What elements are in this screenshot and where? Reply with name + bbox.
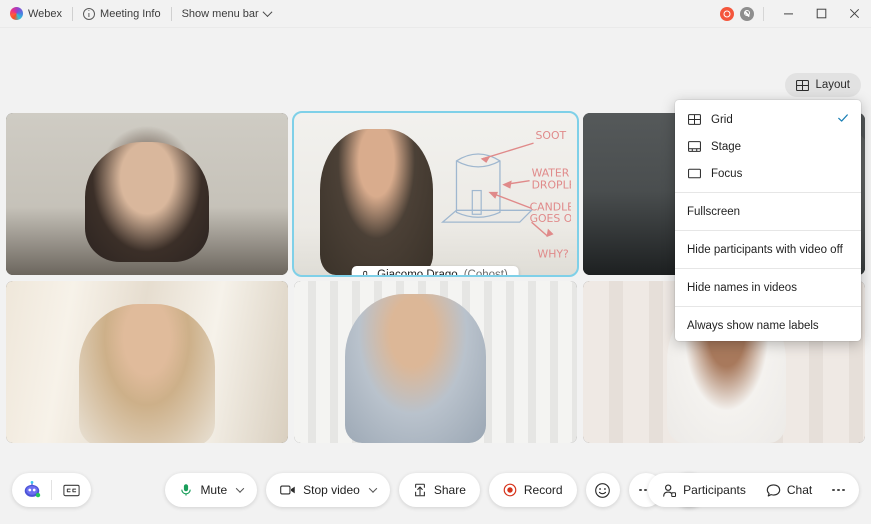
closed-captions-icon	[63, 484, 80, 496]
minimize-icon	[784, 13, 793, 15]
svg-text:SOOT: SOOT	[535, 130, 566, 143]
close-icon	[849, 8, 860, 19]
mute-label: Mute	[200, 483, 228, 497]
more-options-right-button[interactable]	[822, 473, 855, 507]
microphone-icon	[181, 484, 192, 496]
menu-item-hide-names-in-videos[interactable]: Hide names in videos	[675, 274, 861, 301]
menu-item-fullscreen[interactable]: Fullscreen	[675, 198, 861, 225]
meeting-toolbar: Mute Stop video Share Record Participant…	[0, 456, 871, 524]
menu-separator	[675, 230, 861, 231]
share-button[interactable]: Share	[398, 473, 480, 507]
video-tile-active-speaker[interactable]: SOOT WATER DROPLETS CANDLE GOES OUT WHY?	[292, 111, 579, 277]
recording-indicator-icon[interactable]	[720, 6, 734, 21]
whiteboard-drawing-icon: SOOT WATER DROPLETS CANDLE GOES OUT WHY?	[440, 130, 571, 261]
microphone-icon	[362, 270, 369, 275]
meeting-locked-indicator-icon[interactable]	[740, 6, 754, 21]
check-icon	[837, 112, 849, 127]
menu-separator	[675, 306, 861, 307]
closed-captions-button[interactable]	[52, 473, 91, 507]
svg-text:DROPLETS: DROPLETS	[531, 179, 571, 192]
chat-label: Chat	[786, 483, 813, 497]
stop-video-button[interactable]: Stop video	[266, 473, 390, 507]
participants-icon	[663, 484, 677, 497]
participant-video	[294, 281, 577, 443]
titlebar-right-group	[717, 0, 871, 27]
chevron-down-icon[interactable]	[368, 484, 378, 493]
video-stage: Layout SOOT WATER DROPL CANDLE GOES WHY?…	[0, 28, 871, 456]
app-name: Webex	[28, 7, 63, 20]
camera-icon	[280, 485, 295, 495]
chevron-down-icon[interactable]	[235, 484, 245, 493]
video-tile[interactable]	[294, 281, 577, 443]
emoji-smiley-icon	[595, 482, 610, 498]
stop-video-label: Stop video	[303, 483, 360, 497]
menu-item-focus[interactable]: Focus	[675, 160, 861, 187]
menu-item-label: Stage	[711, 140, 742, 153]
meeting-info-button[interactable]: Meeting Info	[73, 0, 171, 28]
video-tile[interactable]	[6, 113, 289, 275]
layout-button[interactable]: Layout	[785, 73, 861, 97]
chat-button[interactable]: Chat	[756, 473, 822, 507]
app-brand: Webex	[0, 0, 72, 28]
grid-icon	[796, 79, 810, 91]
participants-label: Participants	[683, 483, 746, 497]
ai-assistant-button[interactable]	[12, 473, 51, 507]
participant-name-label: Giacomo Drago (Cohost)	[352, 266, 519, 275]
menu-item-label: Hide participants with video off	[687, 243, 843, 256]
svg-text:GOES OUT: GOES OUT	[530, 213, 571, 226]
whiteboard-annotations: SOOT WATER DROPLETS CANDLE GOES OUT WHY?	[413, 119, 571, 268]
menu-item-label: Fullscreen	[687, 205, 741, 218]
share-label: Share	[433, 483, 466, 497]
titlebar-left-group: Webex Meeting Info Show menu bar	[0, 0, 281, 27]
meeting-info-label: Meeting Info	[100, 7, 161, 20]
menu-item-label: Grid	[711, 113, 733, 126]
toolbar-right-group: Participants Chat	[648, 473, 859, 507]
chat-bubble-icon	[766, 483, 781, 496]
toolbar-center-group: Mute Stop video Share Record	[165, 473, 706, 507]
maximize-icon	[816, 8, 827, 19]
menu-item-label: Always show name labels	[687, 319, 819, 332]
close-button[interactable]	[838, 0, 871, 28]
menu-item-grid[interactable]: Grid	[675, 106, 861, 133]
menu-item-always-show-name-labels[interactable]: Always show name labels	[675, 312, 861, 339]
layout-button-label: Layout	[815, 79, 850, 91]
participant-name: Giacomo Drago	[377, 269, 458, 275]
ai-assistant-icon	[24, 481, 40, 498]
svg-text:WHY?: WHY?	[537, 248, 568, 261]
participant-video	[6, 113, 289, 275]
mute-button[interactable]: Mute	[165, 473, 258, 507]
menu-item-hide-participants-video-off[interactable]: Hide participants with video off	[675, 236, 861, 263]
minimize-button[interactable]	[772, 0, 805, 28]
participant-role: (Cohost)	[463, 269, 508, 275]
menu-item-label: Hide names in videos	[687, 281, 797, 294]
webex-meeting-window: Webex Meeting Info Show menu bar Layout …	[0, 0, 871, 524]
more-options-icon	[832, 488, 845, 492]
stage-icon	[687, 140, 702, 153]
menu-separator	[675, 268, 861, 269]
show-menu-bar-button[interactable]: Show menu bar	[172, 0, 281, 28]
menu-item-stage[interactable]: Stage	[675, 133, 861, 160]
share-screen-icon	[414, 483, 425, 497]
toolbar-left-group	[12, 473, 91, 507]
focus-icon	[687, 167, 702, 180]
chevron-down-icon	[262, 7, 273, 18]
layout-button-container: Layout	[785, 73, 861, 97]
show-menu-bar-label: Show menu bar	[181, 7, 259, 20]
video-tile[interactable]	[6, 281, 289, 443]
titlebar-divider	[763, 6, 764, 21]
record-icon	[503, 483, 517, 497]
grid-icon	[687, 113, 702, 126]
reactions-button[interactable]	[585, 473, 620, 507]
webex-logo-icon	[10, 7, 23, 20]
info-icon	[83, 7, 96, 20]
menu-item-label: Focus	[711, 167, 743, 180]
record-label: Record	[523, 483, 563, 497]
menu-separator	[675, 192, 861, 193]
participant-video	[6, 281, 289, 443]
maximize-button[interactable]	[805, 0, 838, 28]
titlebar: Webex Meeting Info Show menu bar	[0, 0, 871, 28]
layout-dropdown-menu: Grid Stage Focus Fullscreen Hide partici…	[675, 100, 861, 341]
record-button[interactable]: Record	[488, 473, 577, 507]
participants-button[interactable]: Participants	[652, 473, 756, 507]
